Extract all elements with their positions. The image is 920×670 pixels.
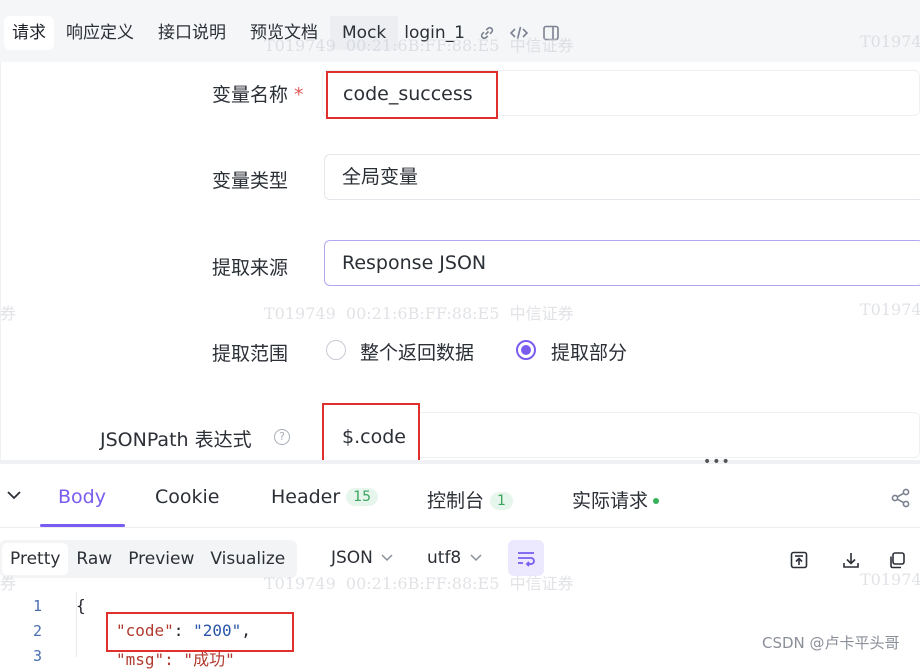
watermark: T019749 [860, 570, 920, 589]
help-circle-icon[interactable]: ? [274, 429, 290, 445]
tab-api-description[interactable]: 接口说明 [146, 16, 238, 50]
status-dot-icon [653, 498, 660, 504]
radio-whole-response-label[interactable]: 整个返回数据 [360, 338, 474, 365]
tab-console-label: 控制台 [427, 490, 485, 512]
tab-console[interactable]: 控制台 1 [427, 486, 513, 513]
view-preview[interactable]: Preview [120, 543, 202, 575]
console-count-badge: 1 [490, 492, 513, 510]
download-icon[interactable] [840, 549, 862, 571]
variable-type-label: 变量类型 [212, 170, 289, 192]
copy-icon[interactable] [886, 549, 908, 571]
watermark: 券 [0, 304, 17, 323]
radio-partial-extract[interactable] [516, 340, 536, 360]
body-view-switcher: Pretty Raw Preview Visualize [0, 540, 298, 578]
jsonpath-label: JSONPath 表达式 [100, 429, 252, 451]
jsonpath-input[interactable]: $.code [322, 403, 420, 464]
chevron-down-icon [470, 554, 482, 562]
header-count-badge: 15 [346, 488, 379, 506]
tab-response-definition[interactable]: 响应定义 [54, 16, 146, 50]
line-number: 2 [32, 622, 42, 640]
watermark: 券 [0, 574, 17, 593]
radio-whole-response[interactable] [326, 340, 346, 360]
line-number: 3 [32, 647, 42, 665]
encoding-dropdown[interactable]: utf8 [427, 548, 483, 568]
tab-actual-request[interactable]: 实际请求 [572, 486, 660, 513]
line-number: 1 [32, 597, 42, 615]
tab-request[interactable]: 请求 [4, 16, 54, 50]
view-raw[interactable]: Raw [68, 543, 120, 575]
format-dropdown[interactable]: JSON [331, 548, 394, 568]
watermark: T019749 00:21:6B:FF:88:E5 中信证券 [264, 36, 574, 55]
code-line: { [76, 596, 86, 615]
extract-range-label: 提取范围 [212, 343, 289, 365]
response-tabs-border [0, 527, 920, 528]
extract-source-select[interactable]: Response JSON [324, 240, 920, 286]
credit-text: CSDN @卢卡平头哥 [762, 634, 900, 652]
radio-partial-extract-label[interactable]: 提取部分 [551, 338, 627, 365]
tab-actual-request-label: 实际请求 [572, 490, 649, 512]
watermark: T019749 [860, 300, 920, 319]
extract-source-label: 提取来源 [212, 257, 289, 279]
tab-header[interactable]: Header 15 [271, 486, 379, 508]
tab-body[interactable]: Body [58, 486, 106, 508]
chevron-down-icon [381, 554, 393, 562]
scroll-top-icon[interactable] [788, 549, 810, 571]
variable-name-label: 变量名称 * [212, 84, 304, 106]
drag-handle-icon[interactable]: ••• [703, 454, 731, 470]
watermark: T019749 00:21:6B:FF:88:E5 中信证券 [264, 304, 574, 323]
share-icon[interactable] [890, 487, 912, 513]
panel-resize-divider[interactable] [0, 460, 920, 464]
variable-type-select[interactable]: 全局变量 [324, 154, 920, 200]
watermark: T019749 00:21:6B:FF:88:E5 中信证券 [264, 574, 574, 593]
collapse-chevron-icon[interactable] [6, 487, 22, 506]
format-dropdown-value: JSON [331, 548, 373, 568]
variable-name-input[interactable]: code_success [326, 71, 498, 119]
tab-cookie[interactable]: Cookie [155, 486, 220, 508]
highlight-box [106, 612, 294, 652]
encoding-dropdown-value: utf8 [427, 548, 462, 568]
watermark: T019749 [860, 32, 920, 51]
wrap-lines-icon [518, 552, 535, 567]
tab-header-label: Header [271, 486, 341, 508]
